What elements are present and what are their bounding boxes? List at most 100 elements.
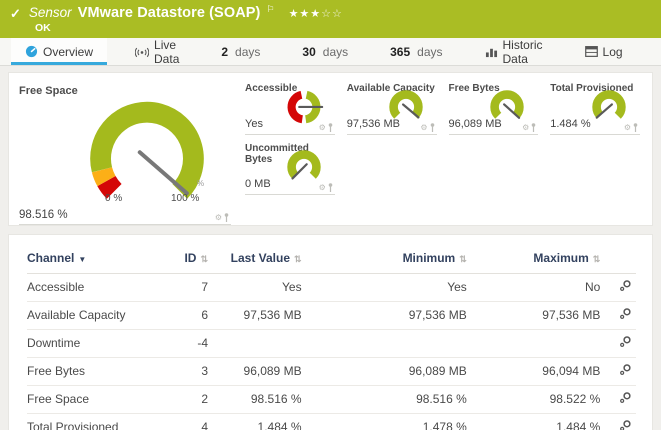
edit-channel-button[interactable] [600,414,636,430]
tab-label: Log [603,45,623,59]
table-row[interactable]: Accessible7YesYesNo [27,274,636,302]
pin-icon[interactable] [328,123,333,132]
content-area: Free Space 0 % 100 % % 98.516 % ⚙ Access… [0,66,661,430]
gauge-hover-icons: ⚙ [522,123,536,132]
table-row[interactable]: Free Bytes396,089 MB96,089 MB96,094 MB [27,358,636,386]
tab-30-days[interactable]: 30 days [288,38,362,65]
live-data-icon [135,46,149,58]
table-row[interactable]: Total Provisioned41.484 %1.478 %1.484 % [27,414,636,430]
edit-channel-button[interactable] [600,330,636,358]
cell-maximum [467,330,601,358]
edit-channel-icon[interactable] [619,419,632,430]
tab-2-days[interactable]: 2 days [207,38,274,65]
object-type-label: Sensor [29,5,72,20]
table-row[interactable]: Downtime-4 [27,330,636,358]
total-provisioned-gauge-chart [588,85,630,127]
gauge-value: 96,089 MB [449,118,502,130]
edit-channel-icon[interactable] [619,391,632,404]
gauge-hover-icons: ⚙ [319,123,333,132]
cell-channel[interactable]: Accessible [27,274,168,302]
pin-icon[interactable] [224,213,229,222]
table-row[interactable]: Free Space298.516 %98.516 %98.522 % [27,386,636,414]
cell-last-value: Yes [208,274,302,302]
pin-icon[interactable] [633,123,638,132]
cell-maximum: No [467,274,601,302]
column-header-minimum[interactable]: Minimum⇅ [302,245,467,274]
stars-filled[interactable]: ★★★ [289,8,322,20]
tab-historic-data[interactable]: Historic Data [471,38,557,65]
tab-label: days [235,45,260,59]
sort-icon[interactable]: ⇅ [593,254,601,264]
edit-channel-button[interactable] [600,302,636,330]
small-gauge-grid: Accessible Yes ⚙ Available Capacity [245,79,640,225]
page-title: VMware Datastore (SOAP) [78,5,261,21]
cell-channel[interactable]: Free Bytes [27,358,168,386]
edit-channel-button[interactable] [600,274,636,302]
cell-minimum: 97,536 MB [302,302,467,330]
edit-channel-icon[interactable] [619,279,632,292]
column-header-last-value[interactable]: Last Value⇅ [208,245,302,274]
status-badge: OK [35,22,651,34]
pin-icon[interactable] [430,123,435,132]
cell-maximum: 1.484 % [467,414,601,430]
gauge-free-bytes[interactable]: Free Bytes 96,089 MB ⚙ [449,79,539,135]
cell-id: 4 [168,414,208,430]
sort-icon[interactable]: ⇅ [459,254,467,264]
column-header-id[interactable]: ID⇅ [168,245,208,274]
gauge-icon [25,45,38,58]
empty-cell [449,139,539,195]
gauge-available-capacity[interactable]: Available Capacity 97,536 MB ⚙ [347,79,437,135]
column-header-edit [600,245,636,274]
cell-channel[interactable]: Downtime [27,330,168,358]
edit-channel-button[interactable] [600,386,636,414]
edit-channel-button[interactable] [600,358,636,386]
pin-icon[interactable] [531,123,536,132]
table-header-row: Channel▼ ID⇅ Last Value⇅ Minimum⇅ Maximu… [27,245,636,274]
pin-icon[interactable] [328,183,333,192]
gear-icon[interactable]: ⚙ [420,124,427,132]
sensor-header: ✓ Sensor VMware Datastore (SOAP) ⚐ ★★★☆☆… [0,0,661,38]
table-row[interactable]: Available Capacity697,536 MB97,536 MB97,… [27,302,636,330]
cell-channel[interactable]: Total Provisioned [27,414,168,430]
edit-channel-icon[interactable] [619,335,632,348]
gear-icon[interactable]: ⚙ [522,124,529,132]
gauge-hover-icons: ⚙ [420,123,434,132]
uncommitted-bytes-gauge-chart [283,145,325,187]
gear-icon[interactable]: ⚙ [624,124,631,132]
tab-overview[interactable]: Overview [11,38,107,65]
cell-channel[interactable]: Free Space [27,386,168,414]
gear-icon[interactable]: ⚙ [319,124,326,132]
sort-icon[interactable]: ⇅ [200,254,208,264]
gear-icon[interactable]: ⚙ [319,184,326,192]
cell-last-value: 97,536 MB [208,302,302,330]
column-header-channel[interactable]: Channel▼ [27,245,168,274]
tab-365-days[interactable]: 365 days [376,38,456,65]
gauge-total-provisioned[interactable]: Total Provisioned 1.484 % ⚙ [550,79,640,135]
tab-settings[interactable]: ⚙ Settings [651,38,661,65]
cell-last-value [208,330,302,358]
gear-icon[interactable]: ⚙ [215,214,222,222]
sort-icon[interactable]: ⇅ [294,254,302,264]
gauge-value: Yes [245,118,263,130]
edit-channel-icon[interactable] [619,307,632,320]
free-space-gauge-chart [67,93,227,205]
stars-empty[interactable]: ☆☆ [321,8,343,20]
gauge-value: 0 MB [245,178,271,190]
gauge-accessible[interactable]: Accessible Yes ⚙ [245,79,335,135]
column-header-maximum[interactable]: Maximum⇅ [467,245,601,274]
cell-channel[interactable]: Available Capacity [27,302,168,330]
sort-desc-icon[interactable]: ▼ [78,255,86,264]
accessible-gauge-chart [283,85,325,127]
priority-flag-icon[interactable]: ⚐ [266,4,274,15]
cell-last-value: 96,089 MB [208,358,302,386]
gauge-uncommitted-bytes[interactable]: Uncommitted Bytes 0 MB ⚙ [245,139,335,195]
tab-number: 365 [390,45,410,59]
tab-log[interactable]: Log [571,38,637,65]
gauge-free-space[interactable]: Free Space 0 % 100 % % 98.516 % ⚙ [19,79,231,225]
tab-label: days [323,45,348,59]
edit-channel-icon[interactable] [619,363,632,376]
priority-stars[interactable]: ★★★☆☆ [289,7,343,20]
tab-label: Historic Data [503,38,543,66]
tab-live-data[interactable]: Live Data [121,38,193,65]
cell-minimum: 1.478 % [302,414,467,430]
